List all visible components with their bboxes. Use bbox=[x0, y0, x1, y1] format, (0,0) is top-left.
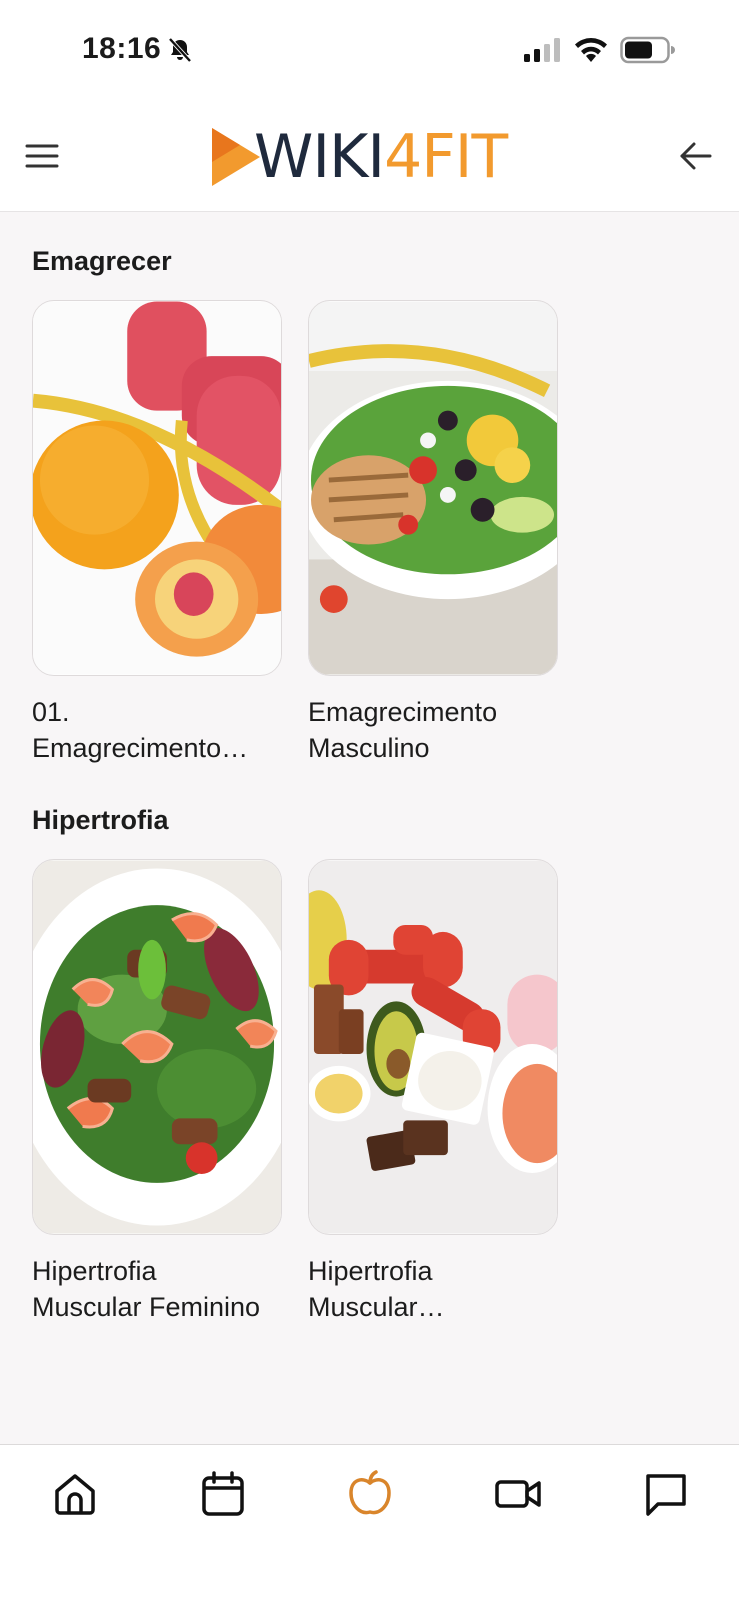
card-title: Hipertrofia Muscular Feminino bbox=[32, 1253, 282, 1325]
card-title-line2: Emagrecimento… bbox=[32, 733, 249, 763]
logo-wiki: WIKI bbox=[254, 122, 385, 192]
apple-icon bbox=[349, 1470, 391, 1515]
status-time: 18:16 bbox=[82, 32, 162, 65]
back-button[interactable] bbox=[676, 138, 716, 174]
app-header: WIKI4FIT bbox=[0, 100, 739, 212]
section-title-hipertrofia: Hipertrofia bbox=[32, 805, 169, 835]
nav-chat[interactable] bbox=[641, 1469, 691, 1519]
logo-four: 4 bbox=[384, 122, 422, 192]
salad-bowl-image bbox=[309, 301, 557, 675]
arrow-left-icon bbox=[680, 142, 712, 170]
card-title: Emagrecimento Masculino bbox=[308, 694, 558, 766]
home-icon bbox=[55, 1474, 95, 1515]
card-image bbox=[308, 300, 558, 676]
card-title-line2: Muscular Feminino bbox=[32, 1292, 261, 1322]
card-hipertrofia-feminino[interactable]: Hipertrofia Muscular Feminino bbox=[32, 859, 282, 1325]
card-title-line2: Masculino bbox=[308, 733, 430, 763]
card-title-line1: Hipertrofia bbox=[308, 1256, 433, 1286]
card-title: 01. Emagrecimento… bbox=[32, 694, 282, 766]
section-title-emagrecer: Emagrecer bbox=[32, 246, 172, 276]
content: Emagrecer 01. Emagrecimento… Emagrecimen… bbox=[0, 212, 739, 1444]
logo-text: WIKI4FIT bbox=[254, 126, 508, 188]
card-image bbox=[32, 859, 282, 1235]
card-title-line1: Emagrecimento bbox=[308, 697, 498, 727]
nav-calendar[interactable] bbox=[198, 1469, 248, 1519]
chat-icon bbox=[646, 1474, 686, 1516]
card-title-line2: Muscular… bbox=[308, 1292, 445, 1322]
battery-icon bbox=[620, 36, 675, 64]
menu-button[interactable] bbox=[22, 138, 62, 174]
app-logo: WIKI4FIT bbox=[210, 126, 530, 188]
signal-icon bbox=[524, 38, 560, 62]
card-image bbox=[32, 300, 282, 676]
wifi-icon bbox=[575, 38, 607, 62]
video-icon bbox=[495, 1480, 541, 1508]
calendar-icon bbox=[202, 1471, 244, 1516]
logo-fit: FIT bbox=[421, 122, 508, 192]
card-emagrecimento-masculino[interactable]: Emagrecimento Masculino bbox=[308, 300, 558, 766]
hamburger-menu-icon bbox=[25, 144, 59, 168]
nav-home[interactable] bbox=[50, 1469, 100, 1519]
card-title: Hipertrofia Muscular… bbox=[308, 1253, 558, 1325]
card-hipertrofia-masculino[interactable]: Hipertrofia Muscular… bbox=[308, 859, 558, 1325]
card-emagrecimento-01[interactable]: 01. Emagrecimento… bbox=[32, 300, 282, 766]
card-title-line1: 01. bbox=[32, 697, 70, 727]
bottom-nav bbox=[0, 1444, 739, 1600]
protein-foods-image bbox=[309, 860, 557, 1234]
card-image bbox=[308, 859, 558, 1235]
bell-off-icon bbox=[168, 37, 192, 63]
shrimp-salad-image bbox=[33, 860, 281, 1234]
nav-nutrition[interactable] bbox=[345, 1469, 395, 1519]
card-title-line1: Hipertrofia bbox=[32, 1256, 157, 1286]
fruit-dumbbell-image bbox=[33, 301, 281, 675]
status-bar: 18:16 bbox=[0, 0, 739, 100]
nav-video[interactable] bbox=[493, 1469, 543, 1519]
